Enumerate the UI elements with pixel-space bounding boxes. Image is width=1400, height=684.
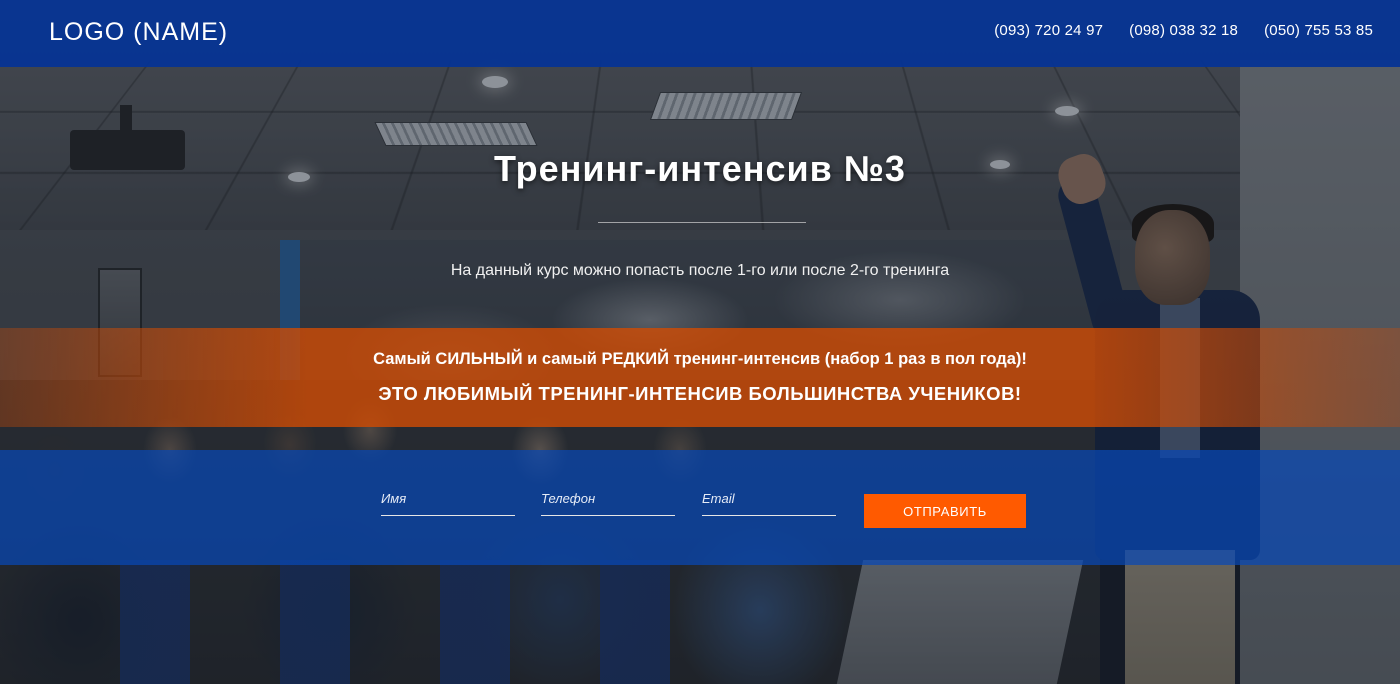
email-input[interactable] bbox=[702, 487, 836, 516]
logo[interactable]: LOGO (NAME) bbox=[49, 18, 228, 47]
name-field-wrapper bbox=[381, 487, 515, 516]
submit-button[interactable]: ОТПРАВИТЬ bbox=[864, 494, 1026, 528]
phone-link-3[interactable]: (050) 755 53 85 bbox=[1264, 22, 1373, 39]
phone-link-2[interactable]: (098) 038 32 18 bbox=[1129, 22, 1238, 39]
title-divider bbox=[598, 222, 806, 223]
page-title: Тренинг-интенсив №3 bbox=[494, 148, 906, 189]
promo-headline: Самый СИЛЬНЫЙ и самый РЕДКИЙ тренинг-инт… bbox=[373, 350, 1027, 368]
phone-input[interactable] bbox=[541, 487, 675, 516]
phone-field-wrapper bbox=[541, 487, 675, 516]
email-field-wrapper bbox=[702, 487, 836, 516]
promo-tagline: ЭТО ЛЮБИМЫЙ ТРЕНИНГ-ИНТЕНСИВ БОЛЬШИНСТВА… bbox=[378, 383, 1022, 404]
phone-list: (093) 720 24 97 (098) 038 32 18 (050) 75… bbox=[994, 22, 1373, 39]
phone-link-1[interactable]: (093) 720 24 97 bbox=[994, 22, 1103, 39]
site-header: LOGO (NAME) (093) 720 24 97 (098) 038 32… bbox=[0, 0, 1400, 67]
promo-banner: Самый СИЛЬНЫЙ и самый РЕДКИЙ тренинг-инт… bbox=[0, 328, 1400, 427]
course-prerequisite-text: На данный курс можно попасть после 1-го … bbox=[450, 262, 950, 279]
name-input[interactable] bbox=[381, 487, 515, 516]
signup-form: ОТПРАВИТЬ bbox=[0, 450, 1400, 565]
